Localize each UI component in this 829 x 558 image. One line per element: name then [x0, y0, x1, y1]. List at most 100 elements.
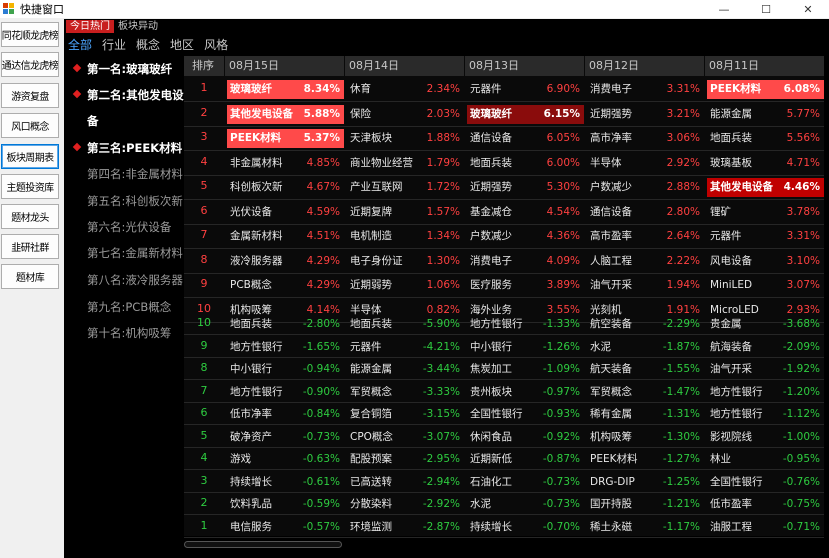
sector-cell[interactable]: 航空装备 -2.29%: [587, 315, 704, 334]
sector-cell[interactable]: 油气开采 1.94%: [587, 276, 704, 295]
sector-cell[interactable]: 元器件 -4.21%: [347, 338, 464, 357]
date-header[interactable]: 08月15日: [225, 56, 344, 76]
sector-cell[interactable]: MiniLED 3.07%: [707, 276, 824, 295]
sector-cell[interactable]: 光伏设备 4.59%: [227, 203, 344, 222]
tab-hot-today[interactable]: 今日热门: [66, 20, 114, 33]
sector-cell[interactable]: 地面兵装 5.56%: [707, 129, 824, 148]
subtab-region[interactable]: 地区: [170, 36, 194, 53]
sector-cell[interactable]: 低市盈率 -0.75%: [707, 495, 824, 514]
sector-cell[interactable]: 低市净率 -0.84%: [227, 405, 344, 424]
sector-cell[interactable]: PEEK材料 6.08%: [707, 80, 824, 99]
subtab-style[interactable]: 风格: [204, 36, 228, 53]
sector-cell[interactable]: 国开持股 -1.21%: [587, 495, 704, 514]
minimize-button[interactable]: —: [703, 0, 745, 18]
trend-concept-button[interactable]: 风口概念: [1, 113, 59, 138]
sector-cell[interactable]: 影视院线 -1.00%: [707, 428, 824, 447]
rank-item[interactable]: 第十名:机构吸筹: [74, 325, 171, 341]
sector-cell[interactable]: 油气开采 -1.92%: [707, 360, 824, 379]
sector-cell[interactable]: 保险 2.03%: [347, 105, 464, 124]
sector-cell[interactable]: 地方性银行 -1.12%: [707, 405, 824, 424]
sector-cell[interactable]: 贵金属 -3.68%: [707, 315, 824, 334]
theme-investment-button[interactable]: 主题投资库: [1, 174, 59, 199]
sector-cell[interactable]: 近期复牌 1.57%: [347, 203, 464, 222]
sector-cell[interactable]: 地方性银行 -1.20%: [707, 383, 824, 402]
sector-cell[interactable]: 已高送转 -2.94%: [347, 473, 464, 492]
subtab-industry[interactable]: 行业: [102, 36, 126, 53]
sector-cell[interactable]: 贵州板块 -0.97%: [467, 383, 584, 402]
sector-cell[interactable]: 近期新低 -0.87%: [467, 450, 584, 469]
sector-cell[interactable]: 航海装备 -2.09%: [707, 338, 824, 357]
rank-item[interactable]: 第四名:非金属材料: [74, 166, 183, 182]
sector-cell[interactable]: 能源金属 5.77%: [707, 105, 824, 124]
sector-cell[interactable]: 破净资产 -0.73%: [227, 428, 344, 447]
date-header[interactable]: 08月13日: [465, 56, 584, 76]
sector-cell[interactable]: 户数减少 2.88%: [587, 178, 704, 197]
sector-cell[interactable]: 高市盈率 2.64%: [587, 227, 704, 246]
sector-cell[interactable]: 消费电子 3.31%: [587, 80, 704, 99]
rank-item[interactable]: 第二名:其他发电设: [72, 87, 184, 103]
sector-cell[interactable]: 中小银行 -0.94%: [227, 360, 344, 379]
sector-cell[interactable]: 休闲食品 -0.92%: [467, 428, 584, 447]
sector-cell[interactable]: 能源金属 -3.44%: [347, 360, 464, 379]
theme-library-button[interactable]: 题材库: [1, 264, 59, 289]
sector-cell[interactable]: 饮料乳品 -0.59%: [227, 495, 344, 514]
sector-cell[interactable]: 全国性银行 -0.93%: [467, 405, 584, 424]
sector-cell[interactable]: CPO概念 -3.07%: [347, 428, 464, 447]
sector-cell[interactable]: 商业物业经营 1.79%: [347, 154, 464, 173]
sector-cell[interactable]: 机构吸筹 -1.30%: [587, 428, 704, 447]
sector-cell[interactable]: 科创板次新 4.67%: [227, 178, 344, 197]
date-header[interactable]: 08月12日: [585, 56, 704, 76]
rank-item[interactable]: 备: [74, 113, 99, 129]
sector-cell[interactable]: 游戏 -0.63%: [227, 450, 344, 469]
sector-cell[interactable]: 军贸概念 -3.33%: [347, 383, 464, 402]
hot-money-review-button[interactable]: 游资复盘: [1, 83, 59, 108]
rank-item[interactable]: 第九名:PCB概念: [74, 299, 171, 315]
sector-cell[interactable]: 电信服务 -0.57%: [227, 518, 344, 537]
close-button[interactable]: ✕: [787, 0, 829, 18]
sector-cell[interactable]: 持续增长 -0.61%: [227, 473, 344, 492]
sector-cell[interactable]: 产业互联网 1.72%: [347, 178, 464, 197]
sector-cell[interactable]: 近期强势 3.21%: [587, 105, 704, 124]
sector-cell[interactable]: 水泥 -1.87%: [587, 338, 704, 357]
sector-cell[interactable]: 医疗服务 3.89%: [467, 276, 584, 295]
date-header[interactable]: 08月14日: [345, 56, 464, 76]
sector-cell[interactable]: DRG-DIP -1.25%: [587, 473, 704, 492]
rank-item[interactable]: 第六名:光伏设备: [74, 219, 171, 235]
theme-leader-button[interactable]: 题材龙头: [1, 204, 59, 229]
sector-cell[interactable]: 电机制造 1.34%: [347, 227, 464, 246]
sector-cell[interactable]: 其他发电设备 5.88%: [227, 104, 344, 124]
sector-cell[interactable]: 复合铜箔 -3.15%: [347, 405, 464, 424]
rank-item[interactable]: 第七名:金属新材料: [74, 245, 183, 261]
sector-cell[interactable]: 元器件 3.31%: [707, 227, 824, 246]
sector-cell[interactable]: 地面兵装 -2.80%: [227, 315, 344, 334]
sector-cell[interactable]: 地方性银行 -0.90%: [227, 383, 344, 402]
sector-cell[interactable]: 元器件 6.90%: [467, 80, 584, 99]
sector-cell[interactable]: 锂矿 3.78%: [707, 203, 824, 222]
sector-cell[interactable]: 人脑工程 2.22%: [587, 252, 704, 271]
tab-sector-movement[interactable]: 板块异动: [114, 20, 162, 33]
sector-cell[interactable]: 军贸概念 -1.47%: [587, 383, 704, 402]
sector-cell[interactable]: 消费电子 4.09%: [467, 252, 584, 271]
sector-cell[interactable]: 液冷服务器 4.29%: [227, 252, 344, 271]
ths-dragon-tiger-button[interactable]: 同花顺龙虎榜: [1, 22, 59, 47]
rank-item[interactable]: 第三名:PEEK材料: [72, 140, 182, 156]
sector-cell[interactable]: 通信设备 2.80%: [587, 203, 704, 222]
sector-cell[interactable]: 稀有金属 -1.31%: [587, 405, 704, 424]
sector-cell[interactable]: 地面兵装 6.00%: [467, 154, 584, 173]
sector-cell[interactable]: 玻璃玻纤 6.15%: [467, 104, 584, 124]
sector-cell[interactable]: PEEK材料 -1.27%: [587, 450, 704, 469]
sector-cell[interactable]: PEEK材料 5.37%: [227, 129, 344, 148]
sector-cell[interactable]: 玻璃基板 4.71%: [707, 154, 824, 173]
sector-cell[interactable]: 半导体 2.92%: [587, 154, 704, 173]
sector-cell[interactable]: 地方性银行 -1.33%: [467, 315, 584, 334]
sector-cell[interactable]: 林业 -0.95%: [707, 450, 824, 469]
sector-cycle-button[interactable]: 板块周期表: [1, 144, 59, 169]
sector-cell[interactable]: 地方性银行 -1.65%: [227, 338, 344, 357]
sector-cell[interactable]: PCB概念 4.29%: [227, 276, 344, 295]
sector-cell[interactable]: 持续增长 -0.70%: [467, 518, 584, 537]
sector-cell[interactable]: 油服工程 -0.71%: [707, 518, 824, 537]
sector-cell[interactable]: 高市净率 3.06%: [587, 129, 704, 148]
subtab-all[interactable]: 全部: [68, 36, 92, 53]
sector-cell[interactable]: 基金减仓 4.54%: [467, 203, 584, 222]
rank-item[interactable]: 第五名:科创板次新: [74, 193, 183, 209]
